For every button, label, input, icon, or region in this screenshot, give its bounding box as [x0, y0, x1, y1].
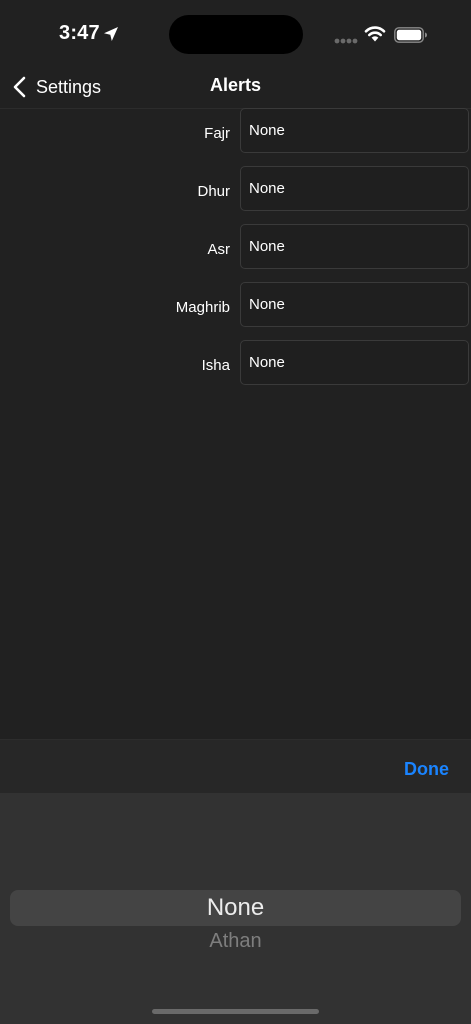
alert-row-asr: Asr None — [0, 224, 471, 282]
wifi-icon — [364, 26, 386, 42]
alert-select-maghrib[interactable]: None — [240, 282, 469, 327]
alert-row-dhur: Dhur None — [0, 166, 471, 224]
alerts-list: Fajr None Dhur None Asr None Maghrib Non… — [0, 108, 471, 398]
alert-select-isha[interactable]: None — [240, 340, 469, 385]
status-time: 3:47 — [59, 22, 100, 44]
page-title: Alerts — [209, 75, 262, 95]
alert-select-fajr[interactable]: None — [240, 108, 469, 153]
picker-option[interactable]: Athan — [0, 930, 471, 953]
alert-label: Asr — [207, 241, 231, 258]
cellular-signal-icon — [334, 38, 358, 44]
dynamic-island — [169, 15, 303, 54]
alert-row-isha: Isha None — [0, 340, 471, 398]
alert-row-fajr: Fajr None — [0, 108, 471, 166]
battery-icon — [394, 27, 427, 43]
alert-label: Fajr — [204, 125, 230, 142]
location-arrow-icon — [104, 27, 118, 41]
alert-select-asr[interactable]: None — [240, 224, 469, 269]
picker-wheel[interactable]: None Athan — [0, 793, 471, 1024]
alert-label: Isha — [201, 357, 230, 374]
picker-option-selected[interactable]: None — [0, 894, 471, 922]
home-indicator[interactable] — [152, 1009, 319, 1014]
done-button[interactable]: Done — [404, 759, 449, 780]
navigation-bar: Settings Alerts — [0, 66, 471, 109]
picker-toolbar: Done — [0, 739, 471, 794]
alert-row-maghrib: Maghrib None — [0, 282, 471, 340]
alert-label: Maghrib — [175, 299, 230, 316]
alert-select-dhur[interactable]: None — [240, 166, 469, 211]
status-bar: 3:47 — [0, 0, 471, 66]
alert-label: Dhur — [197, 183, 230, 200]
